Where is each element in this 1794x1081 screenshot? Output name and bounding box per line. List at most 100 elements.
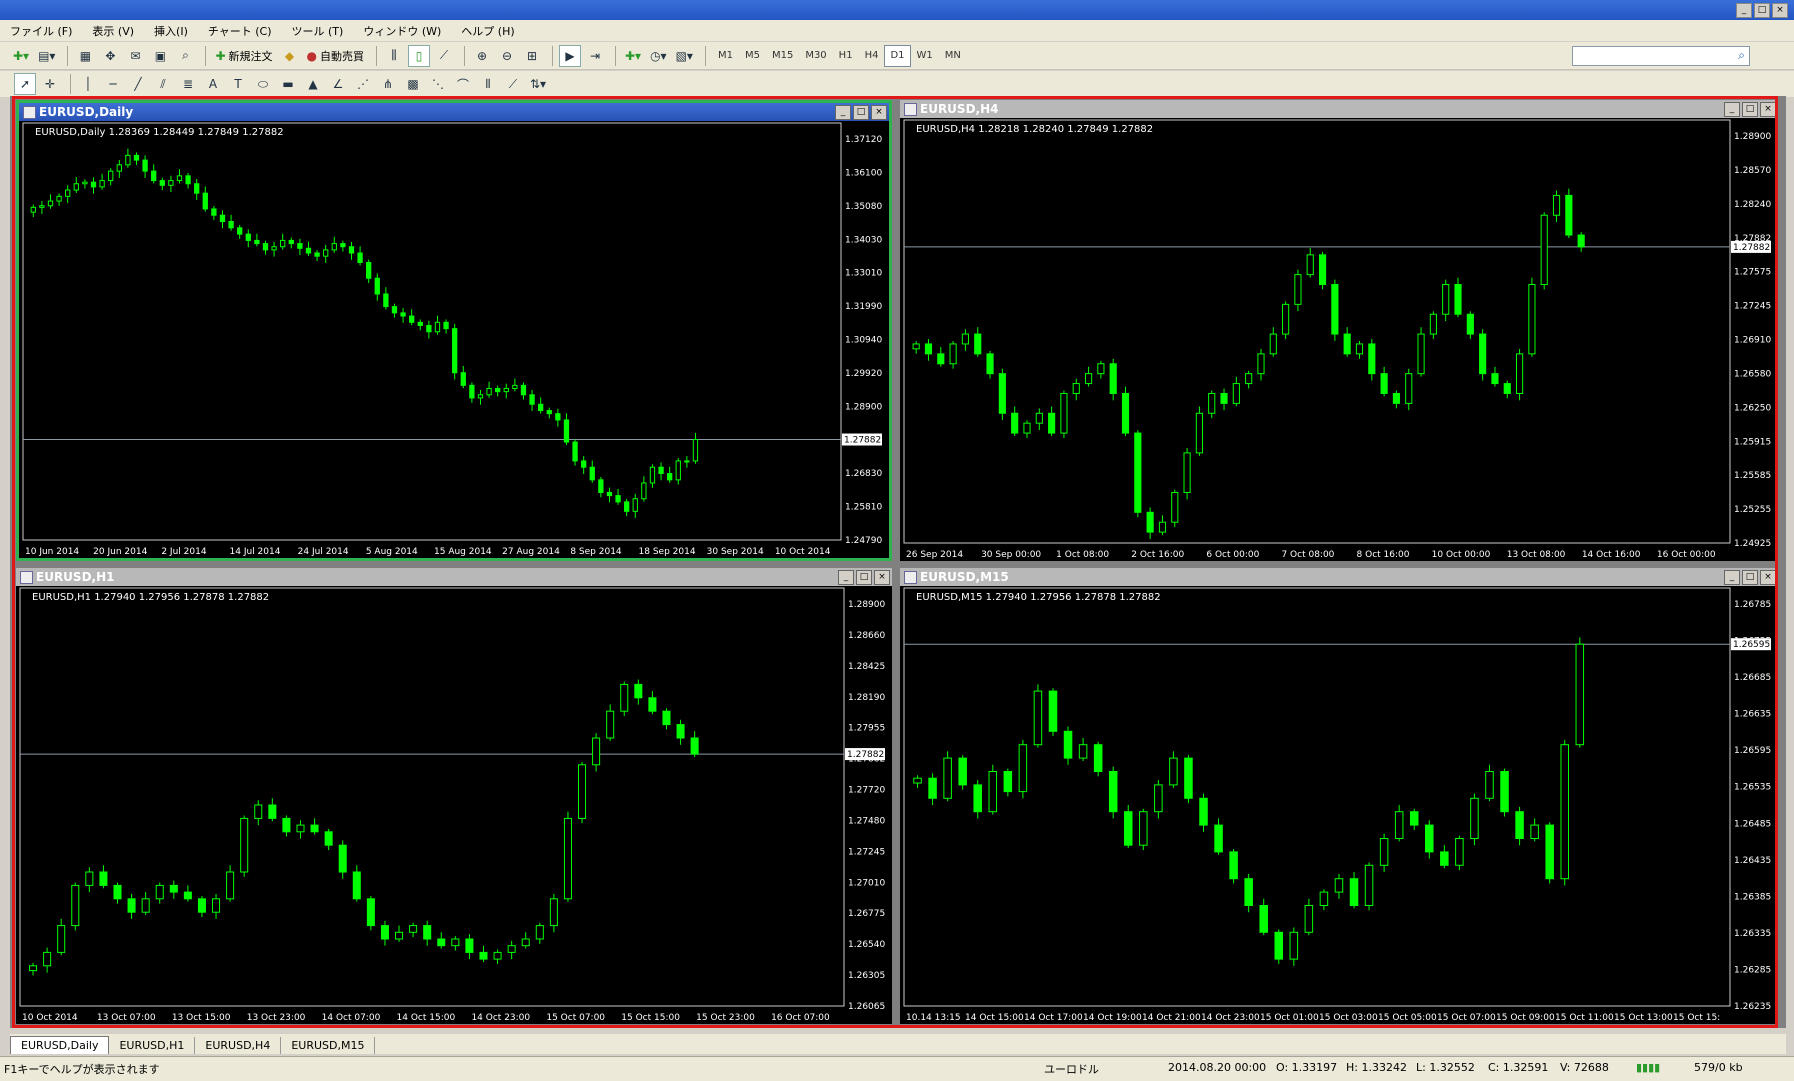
maximize-icon[interactable]: □ bbox=[856, 570, 872, 585]
minimize-icon[interactable]: _ bbox=[835, 105, 851, 120]
price-tick-label: 1.24790 bbox=[845, 536, 882, 546]
close-icon[interactable]: × bbox=[874, 570, 890, 585]
price-tick-label: 1.26685 bbox=[1734, 673, 1771, 683]
zoom-out-icon[interactable]: ⊖ bbox=[496, 45, 518, 67]
chart-canvas[interactable]: EURUSD,H1 1.27940 1.27956 1.27878 1.2788… bbox=[16, 586, 892, 1024]
profiles-icon[interactable]: ▤▾ bbox=[35, 45, 58, 67]
periods-icon[interactable]: ◷▾ bbox=[647, 45, 670, 67]
chart-window-m15[interactable]: EURUSD,M15 _ □ × EURUSD,M15 1.27940 1.2795… bbox=[900, 568, 1778, 1024]
ellipse-icon[interactable]: ⬭ bbox=[252, 73, 274, 95]
chart-titlebar[interactable]: EURUSD,H1 _ □ × bbox=[16, 568, 892, 586]
minimize-icon[interactable]: _ bbox=[1736, 3, 1752, 18]
chart-window-h1[interactable]: EURUSD,H1 _ □ × EURUSD,H1 1.27940 1.27956 … bbox=[16, 568, 892, 1024]
timeframe-m1[interactable]: M1 bbox=[712, 45, 739, 67]
candle-body bbox=[1516, 353, 1524, 394]
new-chart-icon[interactable]: ✚▾ bbox=[10, 45, 32, 67]
tab-eurusd-h4[interactable]: EURUSD,H4 bbox=[195, 1037, 282, 1054]
text-label-icon[interactable]: T bbox=[227, 73, 249, 95]
regression-channel-icon[interactable]: ⟋ bbox=[502, 73, 524, 95]
terminal-icon[interactable]: ▣ bbox=[149, 45, 171, 67]
chart-window-controls: _ □ × bbox=[1724, 570, 1776, 585]
trendline-icon[interactable]: ╱ bbox=[127, 73, 149, 95]
close-icon[interactable]: × bbox=[1760, 570, 1776, 585]
timeframe-m30[interactable]: M30 bbox=[799, 45, 832, 67]
auto-trading-button[interactable]: ● 自動売買 bbox=[304, 45, 367, 67]
close-icon[interactable]: × bbox=[1772, 3, 1788, 18]
search-icon[interactable]: ⌕ bbox=[1738, 48, 1745, 63]
timeframe-m15[interactable]: M15 bbox=[766, 45, 799, 67]
fibo-fan-icon[interactable]: ⋱ bbox=[427, 73, 449, 95]
menu-file[interactable]: ファイル (F) bbox=[0, 23, 82, 39]
search-input[interactable] bbox=[1573, 47, 1731, 63]
candle-body bbox=[1368, 343, 1376, 375]
close-icon[interactable]: × bbox=[871, 105, 887, 120]
chart-titlebar[interactable]: EURUSD,M15 _ □ × bbox=[900, 568, 1778, 586]
minimize-icon[interactable]: _ bbox=[1724, 570, 1740, 585]
timeframe-m5[interactable]: M5 bbox=[739, 45, 766, 67]
chart-window-daily[interactable]: EURUSD,Daily _ □ × EURUSD,Daily 1.28369 1.… bbox=[16, 100, 892, 561]
tile-windows-icon[interactable]: ⊞ bbox=[521, 45, 543, 67]
arrows-icon[interactable]: ⇅▾ bbox=[527, 73, 549, 95]
chart-canvas[interactable]: EURUSD,H4 1.28218 1.28240 1.27849 1.2788… bbox=[900, 118, 1778, 561]
vertical-line-icon[interactable]: │ bbox=[77, 73, 99, 95]
maximize-icon[interactable]: □ bbox=[853, 105, 869, 120]
zoom-in-icon[interactable]: ⊕ bbox=[471, 45, 493, 67]
timeframe-mn[interactable]: MN bbox=[939, 45, 967, 67]
indicators-icon[interactable]: ✚▾ bbox=[622, 45, 644, 67]
menu-chart[interactable]: チャート (C) bbox=[198, 23, 282, 39]
new-order-button[interactable]: ✚ 新規注文 bbox=[212, 45, 275, 67]
fibo-arcs-icon[interactable]: ⌒ bbox=[452, 73, 474, 95]
time-tick-label: 15 Oct 07:00 bbox=[1437, 1013, 1496, 1023]
menu-view[interactable]: 表示 (V) bbox=[82, 23, 144, 39]
tab-eurusd-daily[interactable]: EURUSD,Daily bbox=[10, 1036, 110, 1054]
channel-icon[interactable]: ⫽ bbox=[152, 73, 174, 95]
chart-window-h4[interactable]: EURUSD,H4 _ □ × EURUSD,H4 1.28218 1.28240 … bbox=[900, 100, 1778, 561]
timeframe-h4[interactable]: H4 bbox=[859, 45, 885, 67]
meta-editor-icon[interactable]: ◆ bbox=[279, 45, 301, 67]
line-chart-icon[interactable]: ⟋ bbox=[433, 45, 455, 67]
text-icon[interactable]: A bbox=[202, 73, 224, 95]
candle-body bbox=[1232, 383, 1240, 404]
maximize-icon[interactable]: □ bbox=[1754, 3, 1770, 18]
timeframe-h1[interactable]: H1 bbox=[833, 45, 859, 67]
minimize-icon[interactable]: _ bbox=[1724, 102, 1740, 117]
menu-window[interactable]: ウィンドウ (W) bbox=[353, 23, 451, 39]
angle-icon[interactable]: ∠ bbox=[327, 73, 349, 95]
candlestick-icon[interactable]: ▯ bbox=[408, 44, 430, 67]
navigator-icon[interactable]: ✥ bbox=[99, 45, 121, 67]
chart-canvas[interactable]: EURUSD,M15 1.27940 1.27956 1.27878 1.278… bbox=[900, 586, 1778, 1024]
templates-icon[interactable]: ▧▾ bbox=[673, 45, 696, 67]
close-icon[interactable]: × bbox=[1760, 102, 1776, 117]
maximize-icon[interactable]: □ bbox=[1742, 102, 1758, 117]
menu-tools[interactable]: ツール (T) bbox=[282, 23, 354, 39]
horizontal-line-icon[interactable]: ─ bbox=[102, 73, 124, 95]
data-window-icon[interactable]: ✉ bbox=[124, 45, 146, 67]
menu-help[interactable]: ヘルプ (H) bbox=[451, 23, 524, 39]
strategy-tester-icon[interactable]: ⌕ bbox=[174, 45, 196, 67]
gann-fan-icon[interactable]: ⋰ bbox=[352, 73, 374, 95]
cursor-icon[interactable]: ➚ bbox=[14, 73, 36, 95]
gann-grid-icon[interactable]: ▩ bbox=[402, 73, 424, 95]
menu-insert[interactable]: 挿入(I) bbox=[144, 23, 198, 39]
rectangle-icon[interactable]: ▬ bbox=[277, 73, 299, 95]
tab-eurusd-h1[interactable]: EURUSD,H1 bbox=[109, 1037, 196, 1054]
chart-titlebar[interactable]: EURUSD,H4 _ □ × bbox=[900, 100, 1778, 118]
fibonacci-icon[interactable]: ≣ bbox=[177, 73, 199, 95]
candle-body bbox=[443, 321, 449, 330]
tab-eurusd-m15[interactable]: EURUSD,M15 bbox=[281, 1037, 376, 1054]
auto-scroll-icon[interactable]: ▶ bbox=[559, 44, 581, 67]
market-watch-icon[interactable]: ▦ bbox=[74, 45, 96, 67]
chart-canvas[interactable]: EURUSD,Daily 1.28369 1.28449 1.27849 1.2… bbox=[19, 121, 889, 558]
bar-chart-icon[interactable]: ⫼ bbox=[383, 45, 405, 67]
timeframe-d1[interactable]: D1 bbox=[884, 44, 911, 67]
minimize-icon[interactable]: _ bbox=[838, 570, 854, 585]
chart-titlebar[interactable]: EURUSD,Daily _ □ × bbox=[19, 103, 889, 121]
maximize-icon[interactable]: □ bbox=[1742, 570, 1758, 585]
andrews-pitchfork-icon[interactable]: ⋔ bbox=[377, 73, 399, 95]
cycle-lines-icon[interactable]: ⦀ bbox=[477, 73, 499, 95]
triangle-icon[interactable]: ▲ bbox=[302, 73, 324, 95]
crosshair-icon[interactable]: ✛ bbox=[39, 73, 61, 95]
candle-body bbox=[90, 181, 97, 188]
chart-shift-icon[interactable]: ⇥ bbox=[584, 45, 606, 67]
timeframe-w1[interactable]: W1 bbox=[911, 45, 939, 67]
